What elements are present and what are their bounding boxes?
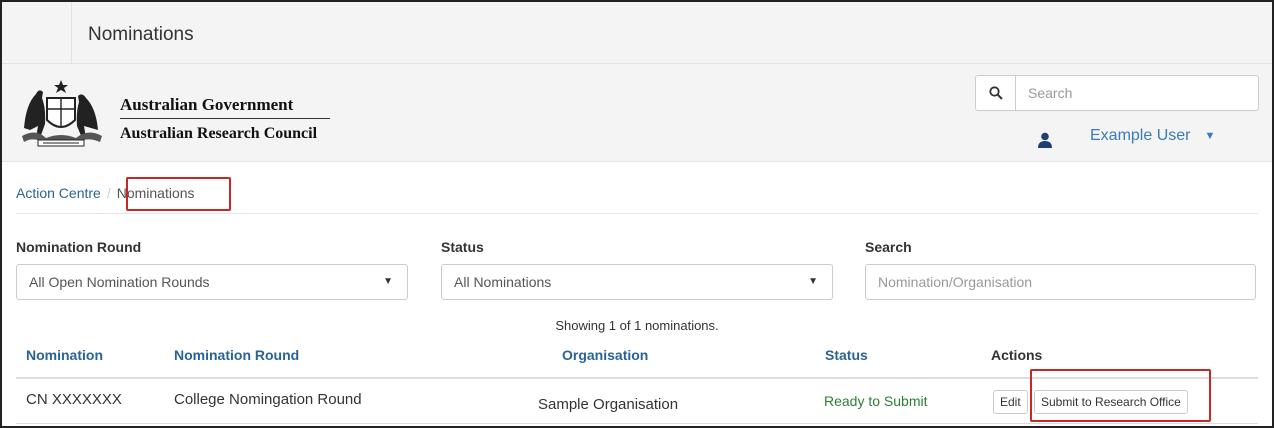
brand-slot xyxy=(2,2,72,63)
edit-button[interactable]: Edit xyxy=(993,390,1028,414)
caret-down-icon: ▼ xyxy=(808,276,818,287)
column-header-status[interactable]: Status xyxy=(825,347,868,363)
column-header-actions: Actions xyxy=(991,347,1043,363)
column-header-nomination[interactable]: Nomination xyxy=(26,347,103,363)
council-name: Australian Research Council xyxy=(120,125,318,142)
column-header-nomination-round[interactable]: Nomination Round xyxy=(174,347,299,363)
breadcrumb-action-centre[interactable]: Action Centre xyxy=(16,185,101,201)
row-round: College Nomingation Round xyxy=(174,391,362,408)
site-header: Australian Government Australian Researc… xyxy=(2,64,1272,162)
caret-down-icon: ▼ xyxy=(383,276,393,287)
chevron-down-icon[interactable]: ▼ xyxy=(1204,130,1215,142)
user-menu[interactable]: Example User ▼ xyxy=(1038,122,1215,150)
breadcrumb-divider xyxy=(16,213,1258,214)
highlight-breadcrumb xyxy=(126,177,231,211)
user-name[interactable]: Example User xyxy=(1090,127,1190,145)
page-title: Nominations xyxy=(88,24,194,45)
highlight-submit-button xyxy=(1030,369,1211,422)
nomination-round-value: All Open Nomination Rounds xyxy=(29,274,210,290)
results-summary: Showing 1 of 1 nominations. xyxy=(555,318,719,333)
user-icon xyxy=(1038,132,1052,148)
search-label: Search xyxy=(865,239,912,255)
coat-of-arms-icon xyxy=(22,80,102,147)
row-status: Ready to Submit xyxy=(824,393,928,409)
nomination-search-input[interactable] xyxy=(865,264,1256,300)
status-value: All Nominations xyxy=(454,274,552,290)
header-search xyxy=(975,75,1259,111)
header-search-input[interactable] xyxy=(1016,76,1258,110)
nomination-round-select[interactable]: All Open Nomination Rounds ▼ xyxy=(16,264,408,300)
breadcrumb-separator: / xyxy=(106,185,111,201)
status-label: Status xyxy=(441,239,484,255)
column-header-organisation[interactable]: Organisation xyxy=(562,347,648,363)
row-organisation: Sample Organisation xyxy=(538,396,679,413)
table-row-divider xyxy=(16,423,1258,424)
nomination-round-label: Nomination Round xyxy=(16,239,142,255)
government-rule xyxy=(120,118,330,119)
top-bar: Nominations xyxy=(2,2,1272,64)
row-nomination: CN XXXXXXX xyxy=(26,391,122,408)
government-name: Australian Government xyxy=(120,95,294,114)
search-icon[interactable] xyxy=(976,76,1016,110)
status-select[interactable]: All Nominations ▼ xyxy=(441,264,833,300)
